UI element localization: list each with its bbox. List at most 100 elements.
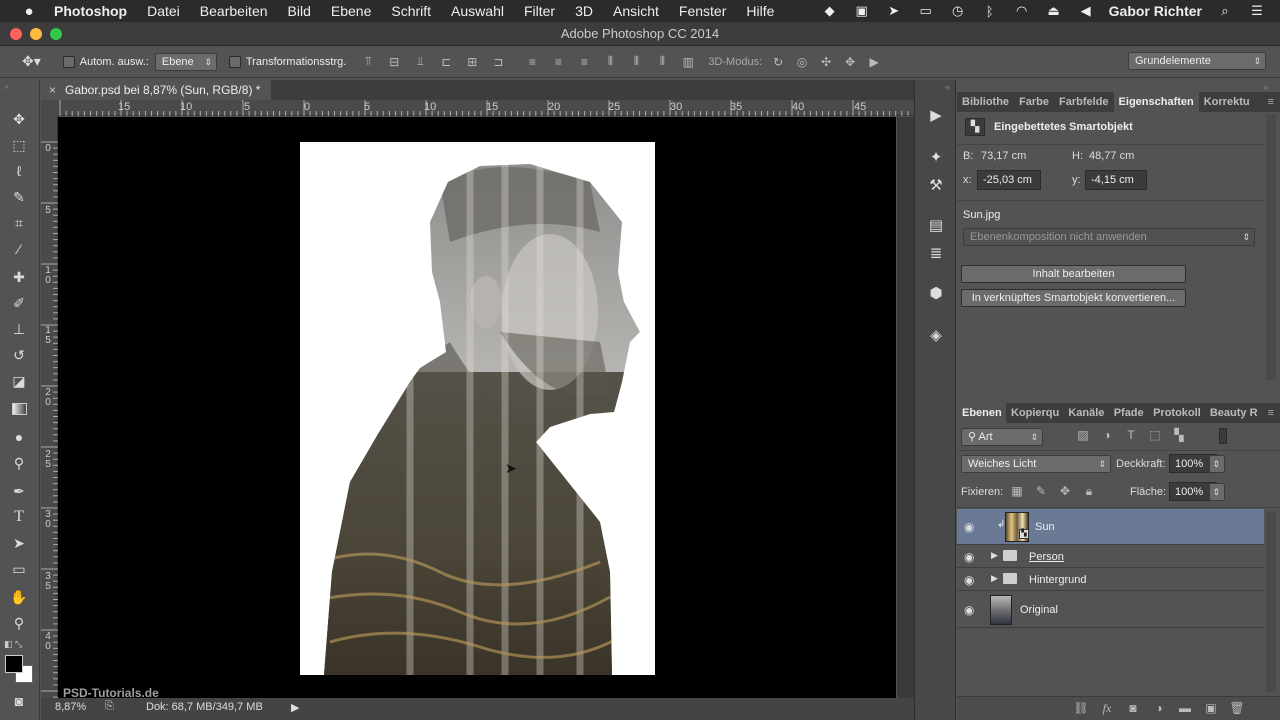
notes-panel-icon[interactable]: ≣ — [925, 242, 947, 264]
eject-icon[interactable]: ⏏ — [1045, 3, 1063, 18]
visibility-eye-icon[interactable]: ◉ — [964, 573, 974, 587]
notification-list-icon[interactable]: ☰ — [1248, 3, 1266, 18]
3d-pan-icon[interactable]: ✣ — [818, 54, 834, 70]
tab-eigenschaften[interactable]: Eigenschaften — [1113, 92, 1199, 112]
opacity-slider-toggle[interactable] — [1209, 455, 1225, 473]
layer-name[interactable]: Original — [1020, 604, 1058, 616]
layer-style-fx-icon[interactable]: fx — [1099, 701, 1115, 715]
align-right-icon[interactable]: ⊐ — [490, 54, 506, 70]
healing-brush-tool-icon[interactable]: ✚ — [8, 266, 30, 288]
align-bottom-icon[interactable]: ⫫ — [412, 54, 428, 70]
visibility-eye-icon[interactable]: ◉ — [964, 603, 974, 617]
layer-thumbnail[interactable] — [990, 595, 1012, 625]
filter-type-icon[interactable]: T — [1123, 428, 1139, 442]
layer-filter-dropdown[interactable]: ⚲ Art — [961, 428, 1043, 446]
link-layers-icon[interactable]: ⛓ — [1073, 701, 1089, 715]
user-name[interactable]: Gabor Richter — [1109, 3, 1202, 19]
properties-scrollbar[interactable] — [1266, 114, 1276, 380]
close-window-button[interactable] — [10, 28, 22, 40]
collapse-dock-icon[interactable]: « — [945, 82, 950, 92]
menu-ebene[interactable]: Ebene — [321, 3, 381, 19]
wifi-icon[interactable]: ◠ — [1013, 3, 1031, 18]
tab-farbfelder[interactable]: Farbfelde — [1054, 92, 1114, 112]
menu-app[interactable]: Photoshop — [44, 3, 137, 19]
clone-stamp-tool-icon[interactable]: ⊥ — [8, 318, 30, 340]
airplay-icon[interactable]: ▭ — [917, 3, 935, 18]
lock-position-icon[interactable]: ✥ — [1057, 484, 1073, 498]
path-select-tool-icon[interactable]: ➤ — [8, 532, 30, 554]
tab-kanaele[interactable]: Kanäle — [1063, 403, 1108, 423]
screen-record-icon[interactable]: ▣ — [853, 3, 871, 18]
distribute-top-icon[interactable]: ≡ — [524, 54, 540, 70]
vertical-ruler[interactable]: 0 5 1 0 1 5 2 0 2 5 3 0 3 5 4 0 — [41, 116, 58, 698]
distribute-hcenter-icon[interactable]: ⦀ — [628, 54, 644, 70]
zoom-tool-icon[interactable]: ⚲ — [8, 612, 30, 634]
distribute-right-icon[interactable]: ⦀ — [654, 54, 670, 70]
menu-bearbeiten[interactable]: Bearbeiten — [190, 3, 278, 19]
tab-protokoll[interactable]: Protokoll — [1148, 403, 1205, 423]
menu-bild[interactable]: Bild — [278, 3, 321, 19]
blend-mode-dropdown[interactable]: Weiches Licht — [961, 455, 1111, 473]
align-vcenter-icon[interactable]: ⊟ — [386, 54, 402, 70]
actions-play-icon[interactable]: ▶ — [925, 104, 947, 126]
minimize-window-button[interactable] — [30, 28, 42, 40]
brush-presets-icon[interactable]: ✦ — [925, 146, 947, 168]
move-tool-preset-icon[interactable]: ✥▾ — [22, 53, 41, 70]
fill-slider-toggle[interactable] — [1209, 483, 1225, 501]
lock-all-icon[interactable]: 🔒︎ — [1081, 484, 1097, 498]
document-canvas[interactable] — [300, 142, 655, 675]
filter-toggle-switch[interactable] — [1219, 428, 1227, 444]
menu-hilfe[interactable]: Hilfe — [736, 3, 784, 19]
tool-presets-icon[interactable]: ⚒ — [925, 174, 947, 196]
3d-panel-icon[interactable]: ⬢ — [925, 282, 947, 304]
collapse-panels-icon[interactable]: » — [1263, 82, 1268, 92]
auto-select-checkbox[interactable] — [62, 55, 75, 68]
height-value[interactable]: 48,77 cm — [1089, 150, 1134, 162]
layer-name[interactable]: Sun — [1035, 521, 1055, 533]
tab-pfade[interactable]: Pfade — [1109, 403, 1148, 423]
blur-tool-icon[interactable]: ● — [8, 426, 30, 448]
tab-beauty-retouch[interactable]: Beauty R — [1205, 403, 1262, 423]
rectangle-tool-icon[interactable]: ▭ — [8, 558, 30, 580]
layer-row-person[interactable]: ◉ ▶ Person — [957, 546, 1264, 568]
zoom-level[interactable]: 8,87% — [55, 701, 86, 713]
lock-transparency-icon[interactable]: ▦ — [1009, 484, 1025, 498]
align-hcenter-icon[interactable]: ⊞ — [464, 54, 480, 70]
pen-tool-icon[interactable]: ✒ — [8, 480, 30, 502]
workspace-dropdown[interactable]: Grundelemente — [1128, 52, 1266, 70]
menu-datei[interactable]: Datei — [137, 3, 190, 19]
gradient-tool-icon[interactable] — [8, 398, 30, 420]
layer-row-original[interactable]: ◉ Original — [957, 592, 1264, 628]
status-menu-arrow-icon[interactable]: ▶ — [291, 701, 299, 714]
menu-3d[interactable]: 3D — [565, 3, 603, 19]
auto-select-dropdown[interactable]: Ebene — [154, 52, 217, 71]
menu-fenster[interactable]: Fenster — [669, 3, 736, 19]
history-brush-tool-icon[interactable]: ↺ — [8, 344, 30, 366]
horizontal-ruler[interactable]: 15 10 5 0 5 10 15 20 25 30 35 40 45 — [58, 100, 914, 116]
transform-controls-checkbox[interactable] — [228, 55, 241, 68]
filter-shape-icon[interactable]: ⬚ — [1147, 428, 1163, 442]
3d-roll-icon[interactable]: ◎ — [794, 54, 810, 70]
collapse-tools-icon[interactable]: » — [4, 82, 8, 91]
quick-select-tool-icon[interactable]: ✎ — [8, 186, 30, 208]
zoom-window-button[interactable] — [50, 28, 62, 40]
bowler-hat-icon[interactable]: ◆ — [821, 3, 839, 18]
distribute-vcenter-icon[interactable]: ≡ — [550, 54, 566, 70]
align-left-icon[interactable]: ⊏ — [438, 54, 454, 70]
delete-layer-icon[interactable]: 🗑︎ — [1229, 701, 1245, 715]
new-adjustment-icon[interactable]: ◑ — [1151, 701, 1167, 715]
quick-mask-icon[interactable]: ◙ — [8, 690, 30, 712]
width-value[interactable]: 73,17 cm — [981, 150, 1026, 162]
volume-icon[interactable]: ◀ — [1077, 3, 1095, 18]
marquee-tool-icon[interactable]: ⬚ — [8, 134, 30, 156]
expand-group-icon[interactable]: ▶ — [991, 573, 998, 584]
properties-panel-menu-icon[interactable]: ≡ — [1262, 92, 1280, 112]
bluetooth-icon[interactable]: ᛒ — [981, 4, 999, 19]
forward-icon[interactable]: ➤ — [885, 3, 903, 18]
align-top-icon[interactable]: ⫪ — [360, 54, 376, 70]
menu-ansicht[interactable]: Ansicht — [603, 3, 669, 19]
move-tool-icon[interactable]: ✥ — [8, 108, 30, 130]
distribute-left-icon[interactable]: ⦀ — [602, 54, 618, 70]
document-tab[interactable]: × Gabor.psd bei 8,87% (Sun, RGB/8) * — [41, 80, 271, 100]
layer-name[interactable]: Person — [1029, 551, 1064, 563]
